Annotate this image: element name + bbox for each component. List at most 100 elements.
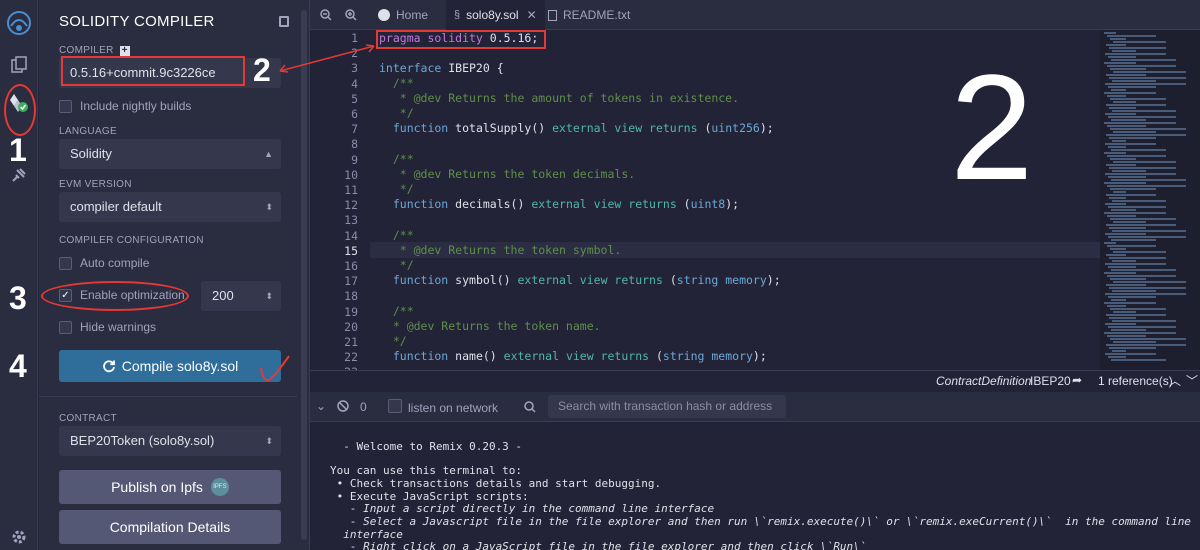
compiler-label-text: COMPILER bbox=[59, 45, 114, 56]
evm-version-select[interactable]: compiler default ⬍ bbox=[59, 192, 281, 222]
contract-label: CONTRACT bbox=[59, 413, 117, 424]
compile-button-label: Compile solo8y.sol bbox=[121, 358, 239, 374]
code-paren: ( bbox=[697, 121, 712, 135]
close-tab-icon[interactable]: ✕ bbox=[527, 8, 537, 22]
minimap-line bbox=[1108, 56, 1136, 58]
minimap-line bbox=[1106, 134, 1186, 136]
hide-warnings-checkbox[interactable] bbox=[59, 320, 72, 334]
terminal-line: - Welcome to Remix 0.20.3 - bbox=[330, 440, 523, 453]
minimap-line bbox=[1108, 266, 1136, 268]
editor-minimap[interactable] bbox=[1100, 30, 1200, 370]
line-number: 18 bbox=[344, 289, 358, 304]
remix-logo-icon[interactable] bbox=[0, 6, 38, 40]
code-return-type: uint256 bbox=[711, 121, 760, 135]
minimap-line bbox=[1107, 275, 1176, 277]
language-value: Solidity bbox=[70, 146, 112, 161]
code-line-7: function totalSupply() external view ret… bbox=[379, 121, 774, 135]
references-count[interactable]: 1 reference(s) bbox=[1098, 374, 1173, 388]
code-line-19: /** bbox=[379, 304, 414, 318]
minimap-line bbox=[1109, 197, 1126, 199]
terminal-line: You can use this terminal to: bbox=[330, 464, 523, 477]
minimap-line bbox=[1104, 152, 1126, 154]
annotation-oval-optimization bbox=[41, 281, 189, 311]
nightly-builds-checkbox-row[interactable]: Include nightly builds bbox=[59, 98, 191, 114]
minimap-line bbox=[1113, 251, 1166, 253]
listen-network-label: listen on network bbox=[408, 401, 499, 415]
tab-solo8y-sol[interactable]: § solo8y.sol ✕ bbox=[446, 0, 545, 30]
minimap-line bbox=[1110, 158, 1136, 160]
chevron-up-icon[interactable]: ︿ bbox=[1169, 372, 1181, 389]
definition-kind: ContractDefinition bbox=[936, 374, 1032, 388]
annotation-arrow bbox=[279, 44, 375, 73]
compilation-details-label: Compilation Details bbox=[109, 519, 231, 535]
publish-ipfs-label: Publish on Ipfs bbox=[111, 479, 203, 495]
code-return-type: string memory bbox=[662, 349, 753, 363]
minimap-line bbox=[1108, 356, 1126, 358]
code-line-15: * @dev Returns the token symbol. bbox=[379, 243, 622, 257]
docs-icon[interactable] bbox=[279, 16, 289, 27]
minimap-line bbox=[1105, 173, 1176, 175]
clear-console-icon[interactable] bbox=[337, 400, 349, 412]
minimap-line bbox=[1108, 176, 1146, 178]
minimap-line bbox=[1113, 161, 1176, 163]
code-editor[interactable]: 1234567891011121314151617181920212223 pr… bbox=[310, 30, 1100, 370]
settings-gear-icon[interactable] bbox=[0, 522, 38, 550]
compile-button[interactable]: Compile solo8y.sol bbox=[59, 350, 281, 382]
code-line-4: /** bbox=[379, 76, 414, 90]
chevron-down-icon[interactable]: ﹀ bbox=[1186, 372, 1198, 389]
minimap-line bbox=[1113, 191, 1126, 193]
zoom-in-icon[interactable] bbox=[345, 0, 363, 30]
zoom-out-icon[interactable] bbox=[320, 0, 338, 30]
code-modifiers: external view returns bbox=[503, 349, 650, 363]
nightly-builds-checkbox[interactable] bbox=[59, 99, 72, 113]
minimap-line bbox=[1105, 53, 1166, 55]
minimap-line bbox=[1105, 353, 1156, 355]
minimap-line bbox=[1109, 47, 1166, 49]
runs-stepper-icon[interactable]: ⬍ bbox=[265, 281, 273, 311]
go-to-definition-icon[interactable]: ➦ bbox=[1072, 373, 1082, 387]
pending-transactions-count: 0 bbox=[360, 400, 367, 414]
terminal-line: - Select a Javascript file in the file e… bbox=[330, 515, 1191, 528]
minimap-line bbox=[1112, 320, 1176, 322]
annotation-checkmark bbox=[260, 355, 290, 382]
terminal-output[interactable]: - Welcome to Remix 0.20.3 - You can use t… bbox=[310, 422, 1200, 550]
language-select[interactable]: Solidity ▲ bbox=[59, 139, 281, 169]
code-line-5: * @dev Returns the amount of tokens in e… bbox=[379, 91, 740, 105]
home-remix-icon bbox=[378, 9, 390, 21]
minimap-line bbox=[1105, 113, 1136, 115]
listen-network-checkbox[interactable] bbox=[388, 399, 402, 413]
code-function-keyword: function bbox=[379, 349, 449, 363]
definition-name[interactable]: IBEP20 bbox=[1030, 374, 1071, 388]
hide-warnings-checkbox-row[interactable]: Hide warnings bbox=[59, 319, 156, 335]
tab-home[interactable]: Home bbox=[372, 0, 434, 30]
tab-readme[interactable]: README.txt bbox=[542, 0, 636, 30]
minimap-line bbox=[1106, 164, 1136, 166]
file-explorer-icon[interactable] bbox=[0, 50, 38, 80]
collapse-terminal-icon[interactable]: ⌄ bbox=[316, 399, 326, 413]
minimap-line bbox=[1112, 110, 1176, 112]
compilation-details-button[interactable]: Compilation Details bbox=[59, 510, 281, 544]
minimap-line bbox=[1108, 326, 1176, 328]
annotation-number-3: 3 bbox=[9, 280, 27, 316]
code-function-keyword: function bbox=[379, 273, 449, 287]
minimap-line bbox=[1107, 185, 1186, 187]
code-function-name: totalSupply() bbox=[448, 121, 553, 135]
auto-compile-checkbox-row[interactable]: Auto compile bbox=[59, 255, 149, 271]
tab-home-label: Home bbox=[396, 8, 429, 22]
minimap-line bbox=[1107, 65, 1176, 67]
annotation-number-2-small: 2 bbox=[253, 52, 271, 88]
contract-value: BEP20Token (solo8y.sol) bbox=[70, 433, 215, 448]
panel-scrollbar[interactable] bbox=[301, 10, 307, 540]
transaction-search-input[interactable]: Search with transaction hash or address bbox=[548, 395, 786, 418]
minimap-line bbox=[1110, 38, 1126, 40]
optimization-runs-input[interactable]: 200 ⬍ bbox=[201, 281, 281, 311]
evm-caret-icon: ⬍ bbox=[265, 202, 273, 212]
code-modifiers: external view returns bbox=[517, 273, 663, 287]
line-number: 11 bbox=[344, 183, 358, 197]
publish-ipfs-button[interactable]: Publish on Ipfs IPFS bbox=[59, 470, 281, 504]
code-line-21: */ bbox=[379, 334, 407, 348]
auto-compile-checkbox[interactable] bbox=[59, 256, 72, 270]
minimap-line bbox=[1109, 287, 1186, 289]
contract-select[interactable]: BEP20Token (solo8y.sol) ⬍ bbox=[59, 426, 281, 456]
add-compiler-icon[interactable]: + bbox=[119, 46, 130, 56]
